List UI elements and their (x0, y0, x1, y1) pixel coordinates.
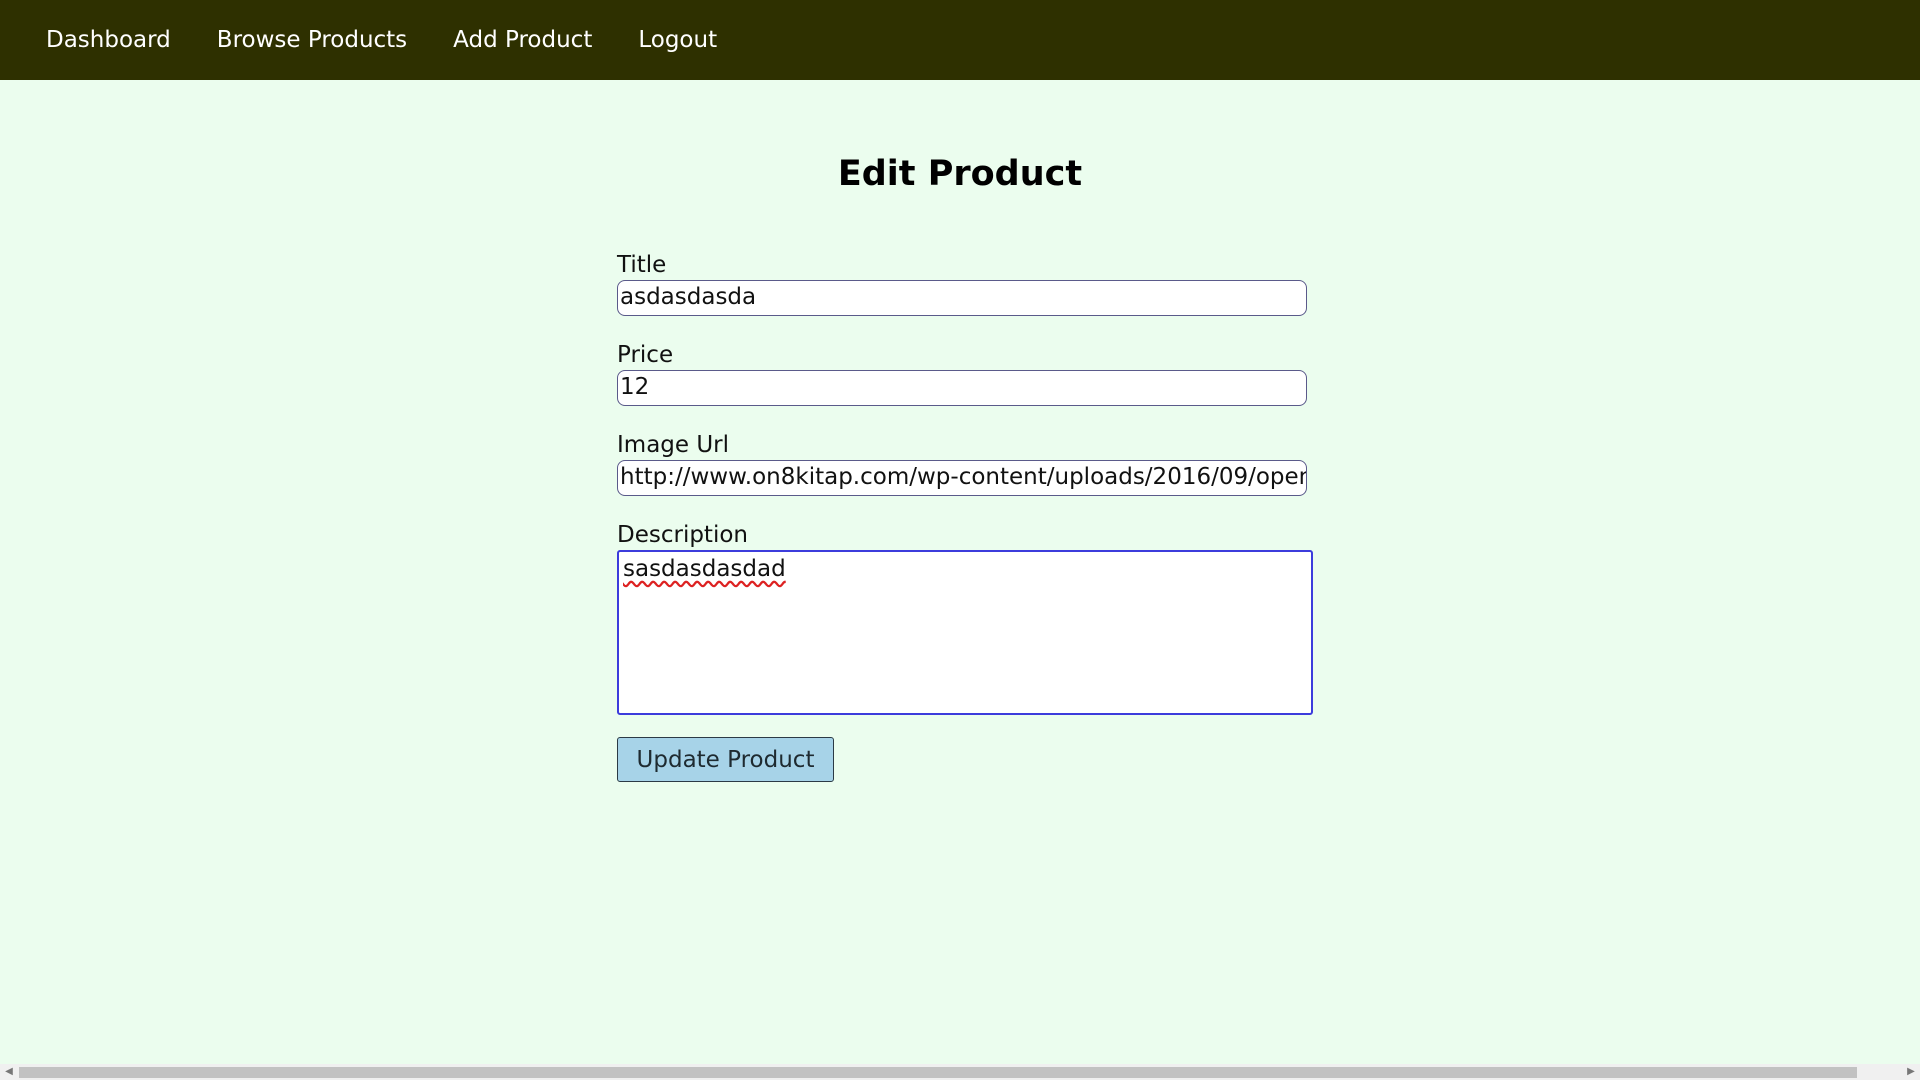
title-label: Title (617, 252, 667, 278)
description-textarea[interactable]: sasdasdasdad (617, 550, 1313, 715)
description-label: Description (617, 522, 748, 548)
scrollbar-thumb[interactable] (19, 1067, 1857, 1078)
image-url-label: Image Url (617, 432, 730, 458)
price-input[interactable]: 12 (617, 370, 1307, 406)
horizontal-scrollbar[interactable]: ◀ ▶ (0, 1064, 1920, 1080)
nav-add-product-link[interactable]: Add Product (453, 27, 592, 53)
nav-browse-products-link[interactable]: Browse Products (217, 27, 407, 53)
edit-product-form: Title asdasdasda Price 12 Image Url http… (617, 250, 1317, 782)
page-title: Edit Product (837, 154, 1083, 194)
chevron-left-icon[interactable]: ◀ (0, 1064, 18, 1080)
price-label: Price (617, 342, 674, 368)
description-text: sasdasdasdad (623, 556, 786, 582)
update-product-button[interactable]: Update Product (617, 737, 834, 782)
image-url-input[interactable]: http://www.on8kitap.com/wp-content/uploa… (617, 460, 1307, 496)
navbar: Dashboard Browse Products Add Product Lo… (0, 0, 1920, 80)
nav-logout-link[interactable]: Logout (638, 27, 717, 53)
nav-dashboard-link[interactable]: Dashboard (46, 27, 171, 53)
chevron-right-icon[interactable]: ▶ (1902, 1064, 1920, 1080)
title-input[interactable]: asdasdasda (617, 280, 1307, 316)
